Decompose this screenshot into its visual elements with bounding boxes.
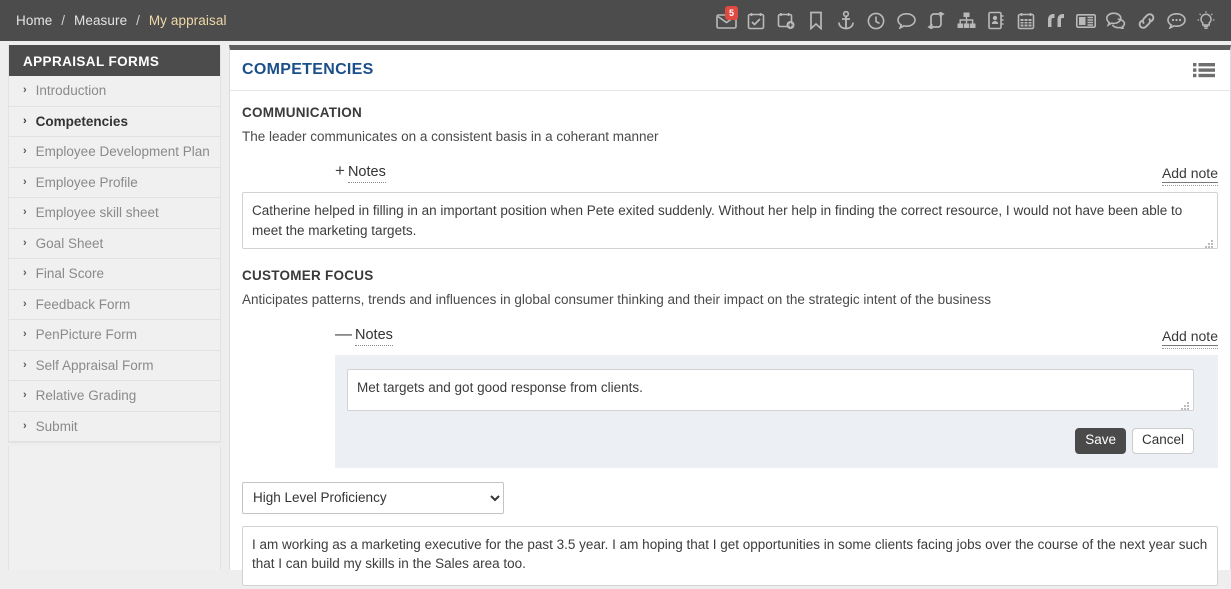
proficiency-select[interactable]: High Level ProficiencyMedium Level Profi… <box>242 481 504 514</box>
note-action-buttons: Save Cancel <box>347 428 1194 454</box>
breadcrumb: Home / Measure / My appraisal <box>16 13 227 28</box>
sidebar-item-label: Feedback Form <box>35 296 131 312</box>
sidebar-item-final-score[interactable]: › Final Score <box>9 259 220 290</box>
envelope-icon[interactable]: 5 <box>713 5 739 36</box>
sidebar-item-employee-skill-sheet[interactable]: › Employee skill sheet <box>9 198 220 229</box>
notes-toggle-communication[interactable]: + Notes <box>335 162 386 183</box>
lightbulb-icon[interactable] <box>1193 6 1219 36</box>
sidebar-item-competencies[interactable]: › Competencies <box>9 106 220 137</box>
sidebar-item-relative-grading[interactable]: › Relative Grading <box>9 381 220 412</box>
page-title: COMPETENCIES <box>242 61 374 78</box>
sidebar-item-self-appraisal-form[interactable]: › Self Appraisal Form <box>9 350 220 381</box>
calendar-check-icon[interactable] <box>743 6 769 36</box>
chevron-right-icon: › <box>23 114 27 127</box>
sitemap-icon[interactable] <box>953 6 979 36</box>
panel-header: COMPETENCIES <box>230 50 1230 91</box>
calendar-plus-icon[interactable] <box>773 6 799 36</box>
note-textarea-communication[interactable] <box>242 192 1218 249</box>
top-icon-toolbar: 5 <box>713 0 1219 41</box>
sidebar-item-penpicture-form[interactable]: › PenPicture Form <box>9 320 220 351</box>
breadcrumb-item-home[interactable]: Home <box>16 13 52 28</box>
note-field-wrapper-customer-focus <box>347 369 1194 414</box>
notes-label: Notes <box>347 164 386 183</box>
sidebar-item-label: Submit <box>35 418 78 434</box>
chevron-right-icon: › <box>23 419 27 432</box>
chevron-right-icon: › <box>23 145 27 158</box>
competency-name-communication: COMMUNICATION <box>242 105 362 120</box>
clock-icon[interactable] <box>863 6 889 36</box>
note-editor-panel-customer-focus: Save Cancel <box>335 355 1218 468</box>
top-navigation-bar: Home / Measure / My appraisal 5 <box>0 0 1231 41</box>
sidebar-item-employee-development-plan[interactable]: › Employee Development Plan <box>9 137 220 168</box>
bookmark-icon[interactable] <box>803 6 829 36</box>
notes-label: Notes <box>355 327 393 346</box>
chevron-right-icon: › <box>23 328 27 341</box>
note-field-wrapper-communication <box>242 192 1218 252</box>
competency-name-customer-focus: CUSTOMER FOCUS <box>242 268 374 283</box>
exchange-icon[interactable] <box>923 6 949 36</box>
sidebar-item-label: Relative Grading <box>35 388 137 404</box>
breadcrumb-separator: / <box>136 13 140 28</box>
comment-dots-icon[interactable] <box>1163 6 1189 36</box>
sidebar-item-label: Introduction <box>35 83 107 99</box>
chevron-right-icon: › <box>23 297 27 310</box>
chevron-right-icon: › <box>23 84 27 97</box>
plus-icon: + <box>335 161 345 180</box>
breadcrumb-item-my-appraisal[interactable]: My appraisal <box>149 13 227 28</box>
chevron-right-icon: › <box>23 175 27 188</box>
competency-description-customer-focus: Anticipates patterns, trends and influen… <box>242 292 991 307</box>
sidebar-item-employee-profile[interactable]: › Employee Profile <box>9 167 220 198</box>
notes-header-customer-focus: — Notes Add note <box>242 320 1219 349</box>
notes-header-communication: + Notes Add note <box>242 157 1219 186</box>
notes-toggle-customer-focus[interactable]: — Notes <box>335 325 393 346</box>
sidebar-item-feedback-form[interactable]: › Feedback Form <box>9 289 220 320</box>
sidebar-item-submit[interactable]: › Submit <box>9 411 220 442</box>
sidebar-item-introduction[interactable]: › Introduction <box>9 76 220 107</box>
add-note-link-customer-focus[interactable]: Add note <box>1161 328 1219 349</box>
summary-textarea[interactable] <box>242 525 1218 586</box>
sidebar-title: APPRAISAL FORMS <box>9 45 220 76</box>
add-note-link-communication[interactable]: Add note <box>1161 165 1219 186</box>
sidebar-item-label: PenPicture Form <box>35 327 137 343</box>
cancel-button[interactable]: Cancel <box>1131 428 1194 454</box>
chevron-right-icon: › <box>23 206 27 219</box>
sidebar-item-label: Employee Development Plan <box>35 144 210 160</box>
sidebar-item-label: Competencies <box>35 113 128 129</box>
comments-icon[interactable] <box>1103 6 1129 36</box>
calendar-icon[interactable] <box>1013 6 1039 36</box>
link-icon[interactable] <box>1133 6 1159 36</box>
save-button[interactable]: Save <box>1075 428 1126 454</box>
newspaper-icon[interactable] <box>1073 6 1099 36</box>
sidebar-item-label: Employee skill sheet <box>35 205 159 221</box>
competency-description-communication: The leader communicates on a consistent … <box>242 129 659 144</box>
comment-icon[interactable] <box>893 6 919 36</box>
competencies-panel: COMPETENCIES COMMUNICATION The leader co… <box>229 45 1231 586</box>
sidebar-item-label: Final Score <box>35 266 104 282</box>
anchor-icon[interactable] <box>833 6 859 36</box>
chevron-right-icon: › <box>23 389 27 402</box>
sidebar-item-label: Employee Profile <box>35 174 138 190</box>
chevron-right-icon: › <box>23 267 27 280</box>
note-textarea-customer-focus[interactable] <box>347 369 1194 411</box>
chevron-right-icon: › <box>23 358 27 371</box>
appraisal-forms-sidebar: APPRAISAL FORMS › Introduction › Compete… <box>8 45 221 443</box>
minus-icon: — <box>335 324 352 343</box>
envelope-badge-count: 5 <box>725 5 738 20</box>
sidebar-item-label: Goal Sheet <box>35 235 104 251</box>
sidebar-filler <box>8 446 221 570</box>
address-book-icon[interactable] <box>983 6 1009 36</box>
sidebar-item-label: Self Appraisal Form <box>35 357 154 373</box>
list-icon[interactable] <box>1192 61 1216 79</box>
chevron-right-icon: › <box>23 236 27 249</box>
summary-field-wrapper <box>242 525 1218 589</box>
breadcrumb-separator: / <box>61 13 66 28</box>
breadcrumb-item-measure[interactable]: Measure <box>74 13 127 28</box>
sidebar-item-goal-sheet[interactable]: › Goal Sheet <box>9 228 220 259</box>
quote-left-icon[interactable] <box>1043 6 1069 36</box>
